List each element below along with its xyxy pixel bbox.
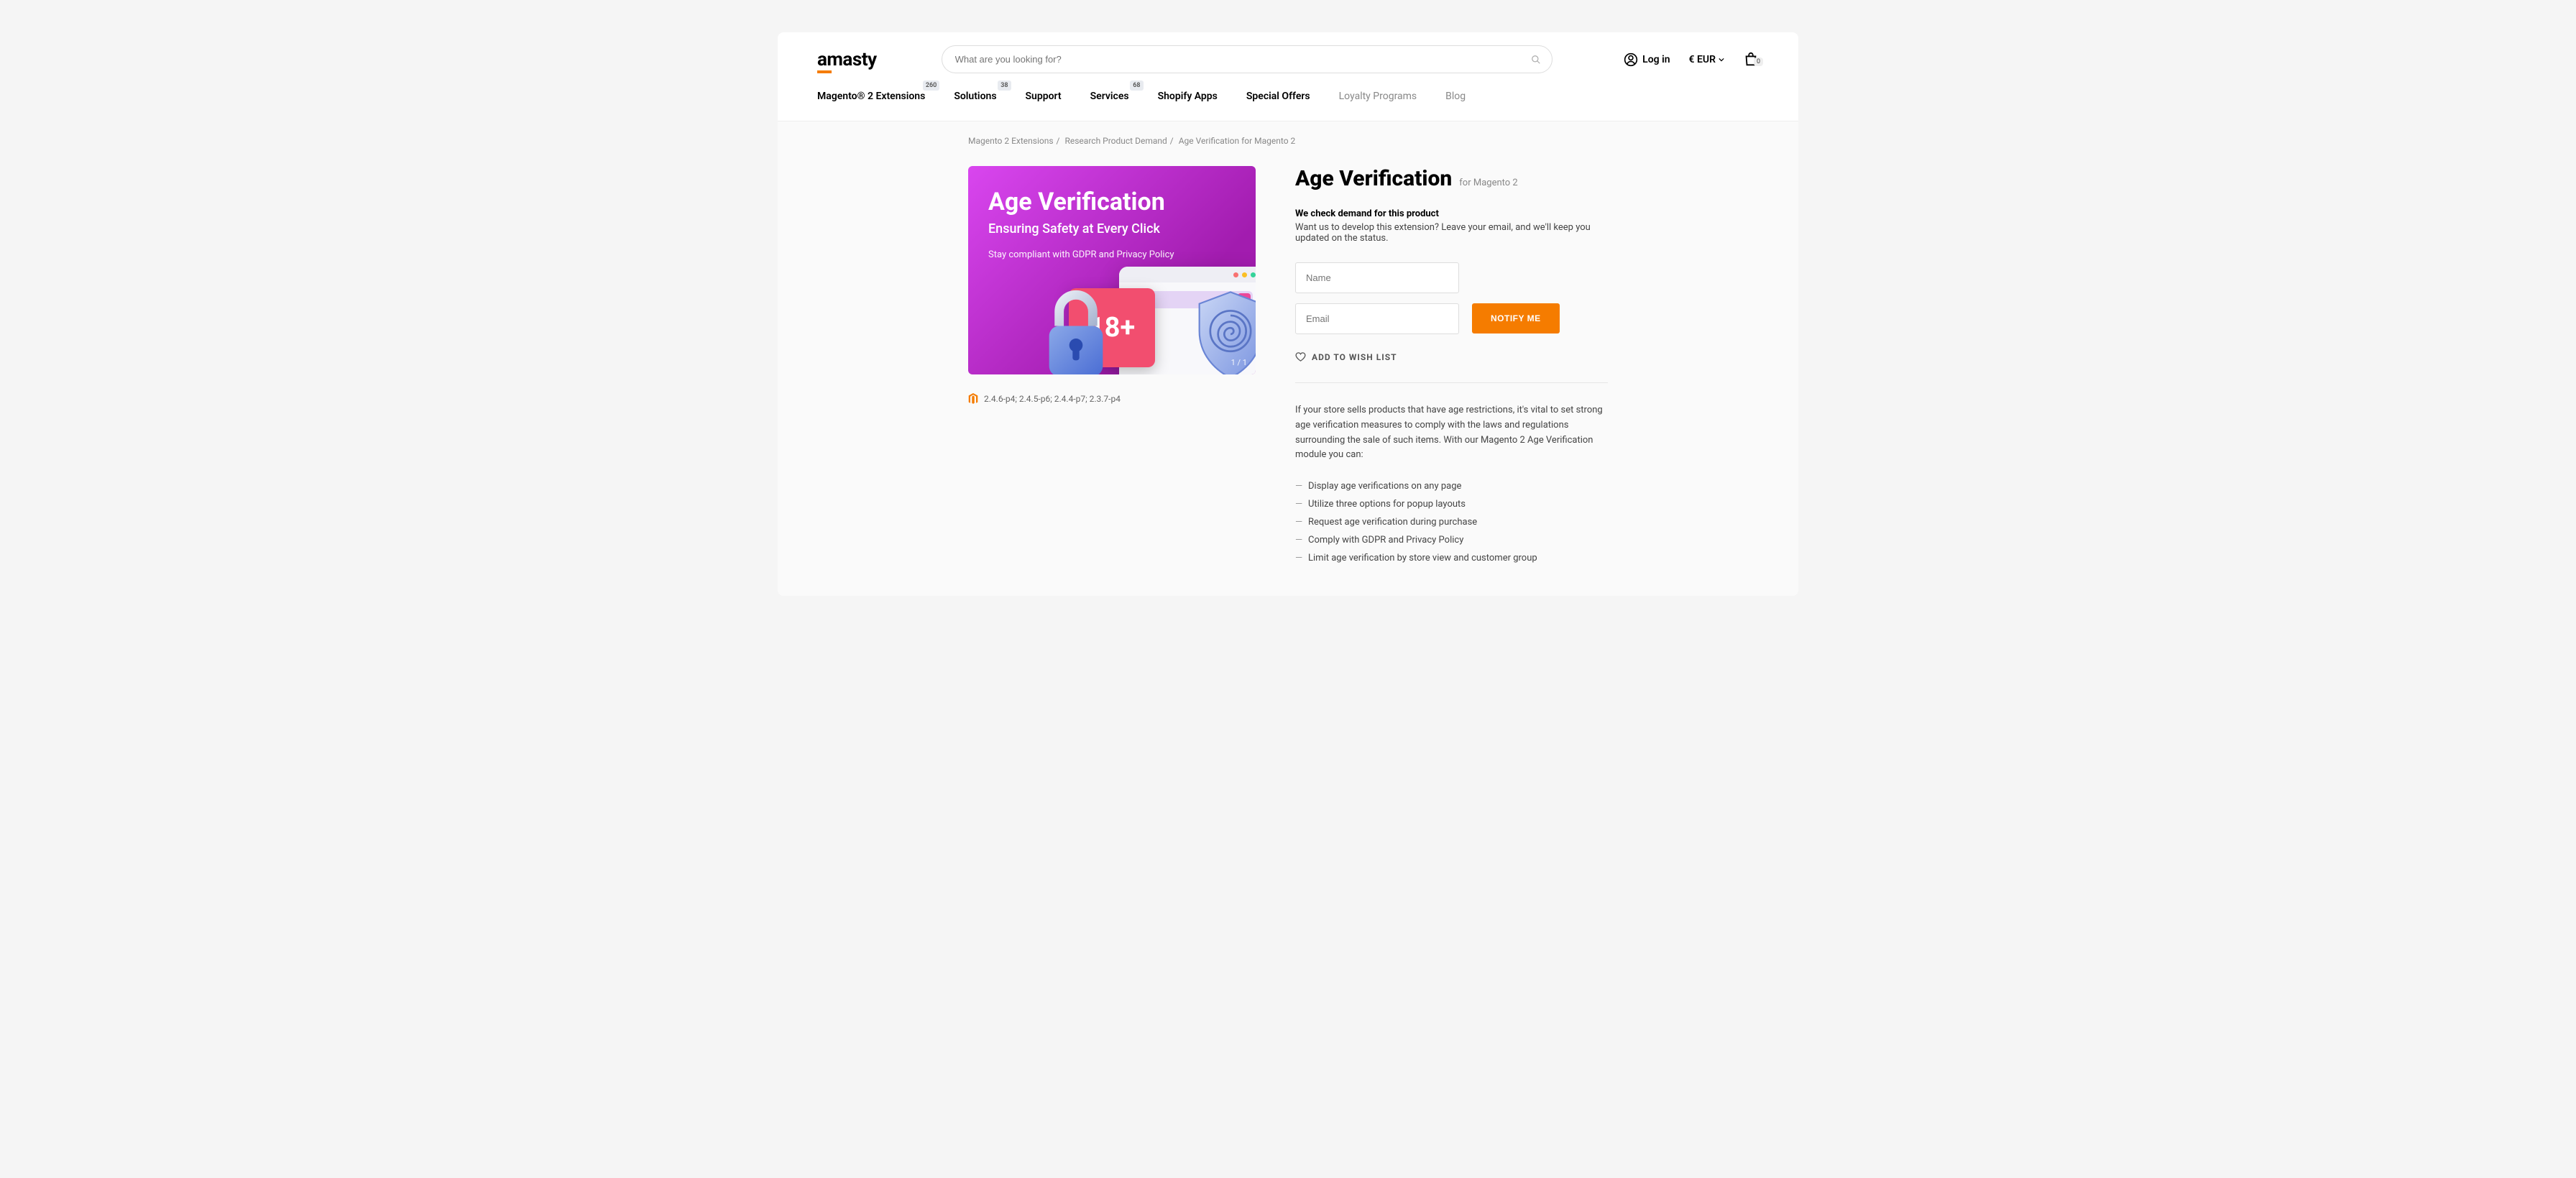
nav-shopify-apps[interactable]: Shopify Apps (1158, 86, 1218, 106)
feature-item: Utilize three options for popup layouts (1295, 495, 1608, 513)
search-input[interactable] (942, 45, 1552, 73)
nav-magento-2-extensions[interactable]: Magento® 2 Extensions260 (817, 86, 925, 106)
product-platform: for Magento 2 (1459, 178, 1517, 188)
hero-subtitle: Ensuring Safety at Every Click (988, 221, 1236, 236)
feature-item: Request age verification during purchase (1295, 513, 1608, 531)
nav-badge: 38 (998, 80, 1011, 91)
search-icon[interactable] (1531, 55, 1541, 65)
logo[interactable]: amasty (817, 49, 877, 70)
product-title: Age Verification (1295, 166, 1452, 191)
feature-item: Limit age verification by store view and… (1295, 549, 1608, 567)
product-image[interactable]: Age Verification Ensuring Safety at Ever… (968, 166, 1256, 374)
crumb-1[interactable]: Magento 2 Extensions (968, 136, 1054, 146)
nav-badge: 260 (923, 80, 939, 91)
email-input[interactable] (1295, 303, 1459, 334)
chevron-down-icon (1719, 57, 1724, 63)
image-counter: 1 / 1 (1231, 358, 1247, 367)
wishlist-button[interactable]: ADD TO WISH LIST (1295, 351, 1608, 383)
magento-icon (968, 393, 978, 405)
currency-selector[interactable]: € EUR (1689, 54, 1724, 65)
hero-title: Age Verification (988, 189, 1236, 216)
login-link[interactable]: Log in (1624, 52, 1670, 67)
demand-text: Want us to develop this extension? Leave… (1295, 222, 1608, 244)
nav-blog[interactable]: Blog (1445, 86, 1466, 106)
nav-solutions[interactable]: Solutions38 (954, 86, 996, 106)
feature-item: Display age verifications on any page (1295, 477, 1608, 495)
crumb-2[interactable]: Research Product Demand (1064, 136, 1167, 146)
feature-item: Comply with GDPR and Privacy Policy (1295, 531, 1608, 549)
cart-button[interactable]: 0 (1743, 52, 1759, 68)
cart-count: 0 (1754, 57, 1763, 66)
lock-icon (1033, 288, 1119, 374)
nav-loyalty-programs[interactable]: Loyalty Programs (1339, 86, 1417, 106)
nav-special-offers[interactable]: Special Offers (1246, 86, 1310, 106)
nav-badge: 68 (1130, 80, 1143, 91)
user-icon (1624, 52, 1638, 67)
name-input[interactable] (1295, 262, 1459, 293)
feature-list: Display age verifications on any pageUti… (1295, 477, 1608, 567)
header: amasty Log in € EUR 0 (778, 32, 1798, 86)
notify-button[interactable]: NOTIFY ME (1472, 303, 1560, 333)
heart-icon (1295, 351, 1306, 362)
breadcrumb: Magento 2 Extensions/ Research Product D… (961, 136, 1615, 146)
nav-support[interactable]: Support (1026, 86, 1062, 106)
nav-services[interactable]: Services68 (1090, 86, 1129, 106)
demand-heading: We check demand for this product (1295, 208, 1608, 219)
compatibility-info: 2.4.6-p4; 2.4.5-p6; 2.4.4-p7; 2.3.7-p4 (968, 393, 1256, 405)
product-description: If your store sells products that have a… (1295, 403, 1608, 463)
crumb-current: Age Verification for Magento 2 (1179, 136, 1296, 146)
nav-bar: Magento® 2 Extensions260 Solutions38 Suppo… (778, 86, 1798, 121)
hero-tagline: Stay compliant with GDPR and Privacy Pol… (988, 249, 1236, 260)
